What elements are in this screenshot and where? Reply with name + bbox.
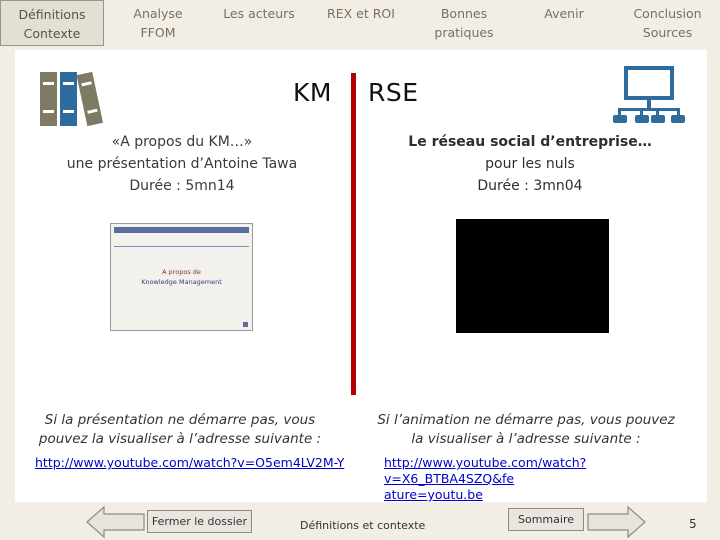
km-video-author: une présentation d’Antoine Tawa [66,156,298,172]
back-arrow-icon[interactable] [86,505,146,539]
thumbnail-corner-mark [243,322,248,327]
red-divider [351,73,356,395]
km-heading: KM [293,78,332,107]
section-title: Définitions et contexte [300,519,426,532]
rse-video-duration: Durée : 3mn04 [477,178,583,194]
thumbnail-line-1: A propos de [162,268,201,276]
tab-label: REX et ROI [327,6,395,21]
forward-arrow-icon[interactable] [586,505,646,539]
tab-bonnes-pratiques[interactable]: Bonnes pratiques [422,0,506,46]
network-icon [613,66,685,123]
tab-label: Définitions Contexte [18,7,86,41]
km-note-line-2: pouvez la visualiser à l’adresse suivant… [38,431,322,447]
km-video-thumbnail[interactable]: A propos de Knowledge Management [110,223,253,331]
tab-label: Bonnes pratiques [434,6,494,40]
close-folder-button[interactable]: Fermer le dossier [147,510,252,533]
rse-link-line-2: ature=youtu.be [384,487,483,502]
rse-heading: RSE [368,78,419,107]
rse-note-line-1: Si l’animation ne démarre pas, vous pouv… [377,412,675,428]
books-icon [40,71,104,127]
tab-les-acteurs[interactable]: Les acteurs [212,0,306,46]
tab-definitions-contexte[interactable]: Définitions Contexte [0,0,104,46]
rse-video-player[interactable] [456,219,609,333]
page-number: 5 [689,517,697,531]
km-fallback-note: Si la présentation ne démarre pas, vous … [30,411,330,449]
thumbnail-header [114,237,249,247]
tab-label: Les acteurs [223,6,295,21]
rse-youtube-link[interactable]: http://www.youtube.com/watch?v=X6_BTBA4S… [384,455,704,503]
km-video-duration: Durée : 5mn14 [129,178,235,194]
tab-analyse-ffom[interactable]: Analyse FFOM [118,0,198,46]
rse-fallback-note: Si l’animation ne démarre pas, vous pouv… [376,411,676,449]
tab-conclusion-sources[interactable]: Conclusion Sources [620,0,715,46]
rse-video-title: Le réseau social d’entreprise… [408,134,652,150]
tab-rex-et-roi[interactable]: REX et ROI [316,0,406,46]
tab-label: Analyse FFOM [133,6,183,40]
km-note-line-1: Si la présentation ne démarre pas, vous [44,412,316,428]
km-video-title: «A propos du KM…» [111,134,253,150]
km-youtube-link[interactable]: http://www.youtube.com/watch?v=O5em4LV2M… [35,455,344,471]
rse-note-line-2: la visualiser à l’adresse suivante : [411,431,641,447]
thumbnail-title-bar [114,227,249,233]
rse-video-subtitle: pour les nuls [485,156,575,172]
rse-description: Le réseau social d’entreprise… pour les … [395,131,665,197]
thumbnail-line-2: Knowledge Management [141,278,222,286]
tab-label: Conclusion Sources [633,6,702,40]
km-description: «A propos du KM…» une présentation d’Ant… [40,131,324,197]
tab-avenir[interactable]: Avenir [524,0,604,46]
tab-label: Avenir [544,6,584,21]
summary-button[interactable]: Sommaire [508,508,584,531]
rse-link-line-1: http://www.youtube.com/watch?v=X6_BTBA4S… [384,455,587,486]
